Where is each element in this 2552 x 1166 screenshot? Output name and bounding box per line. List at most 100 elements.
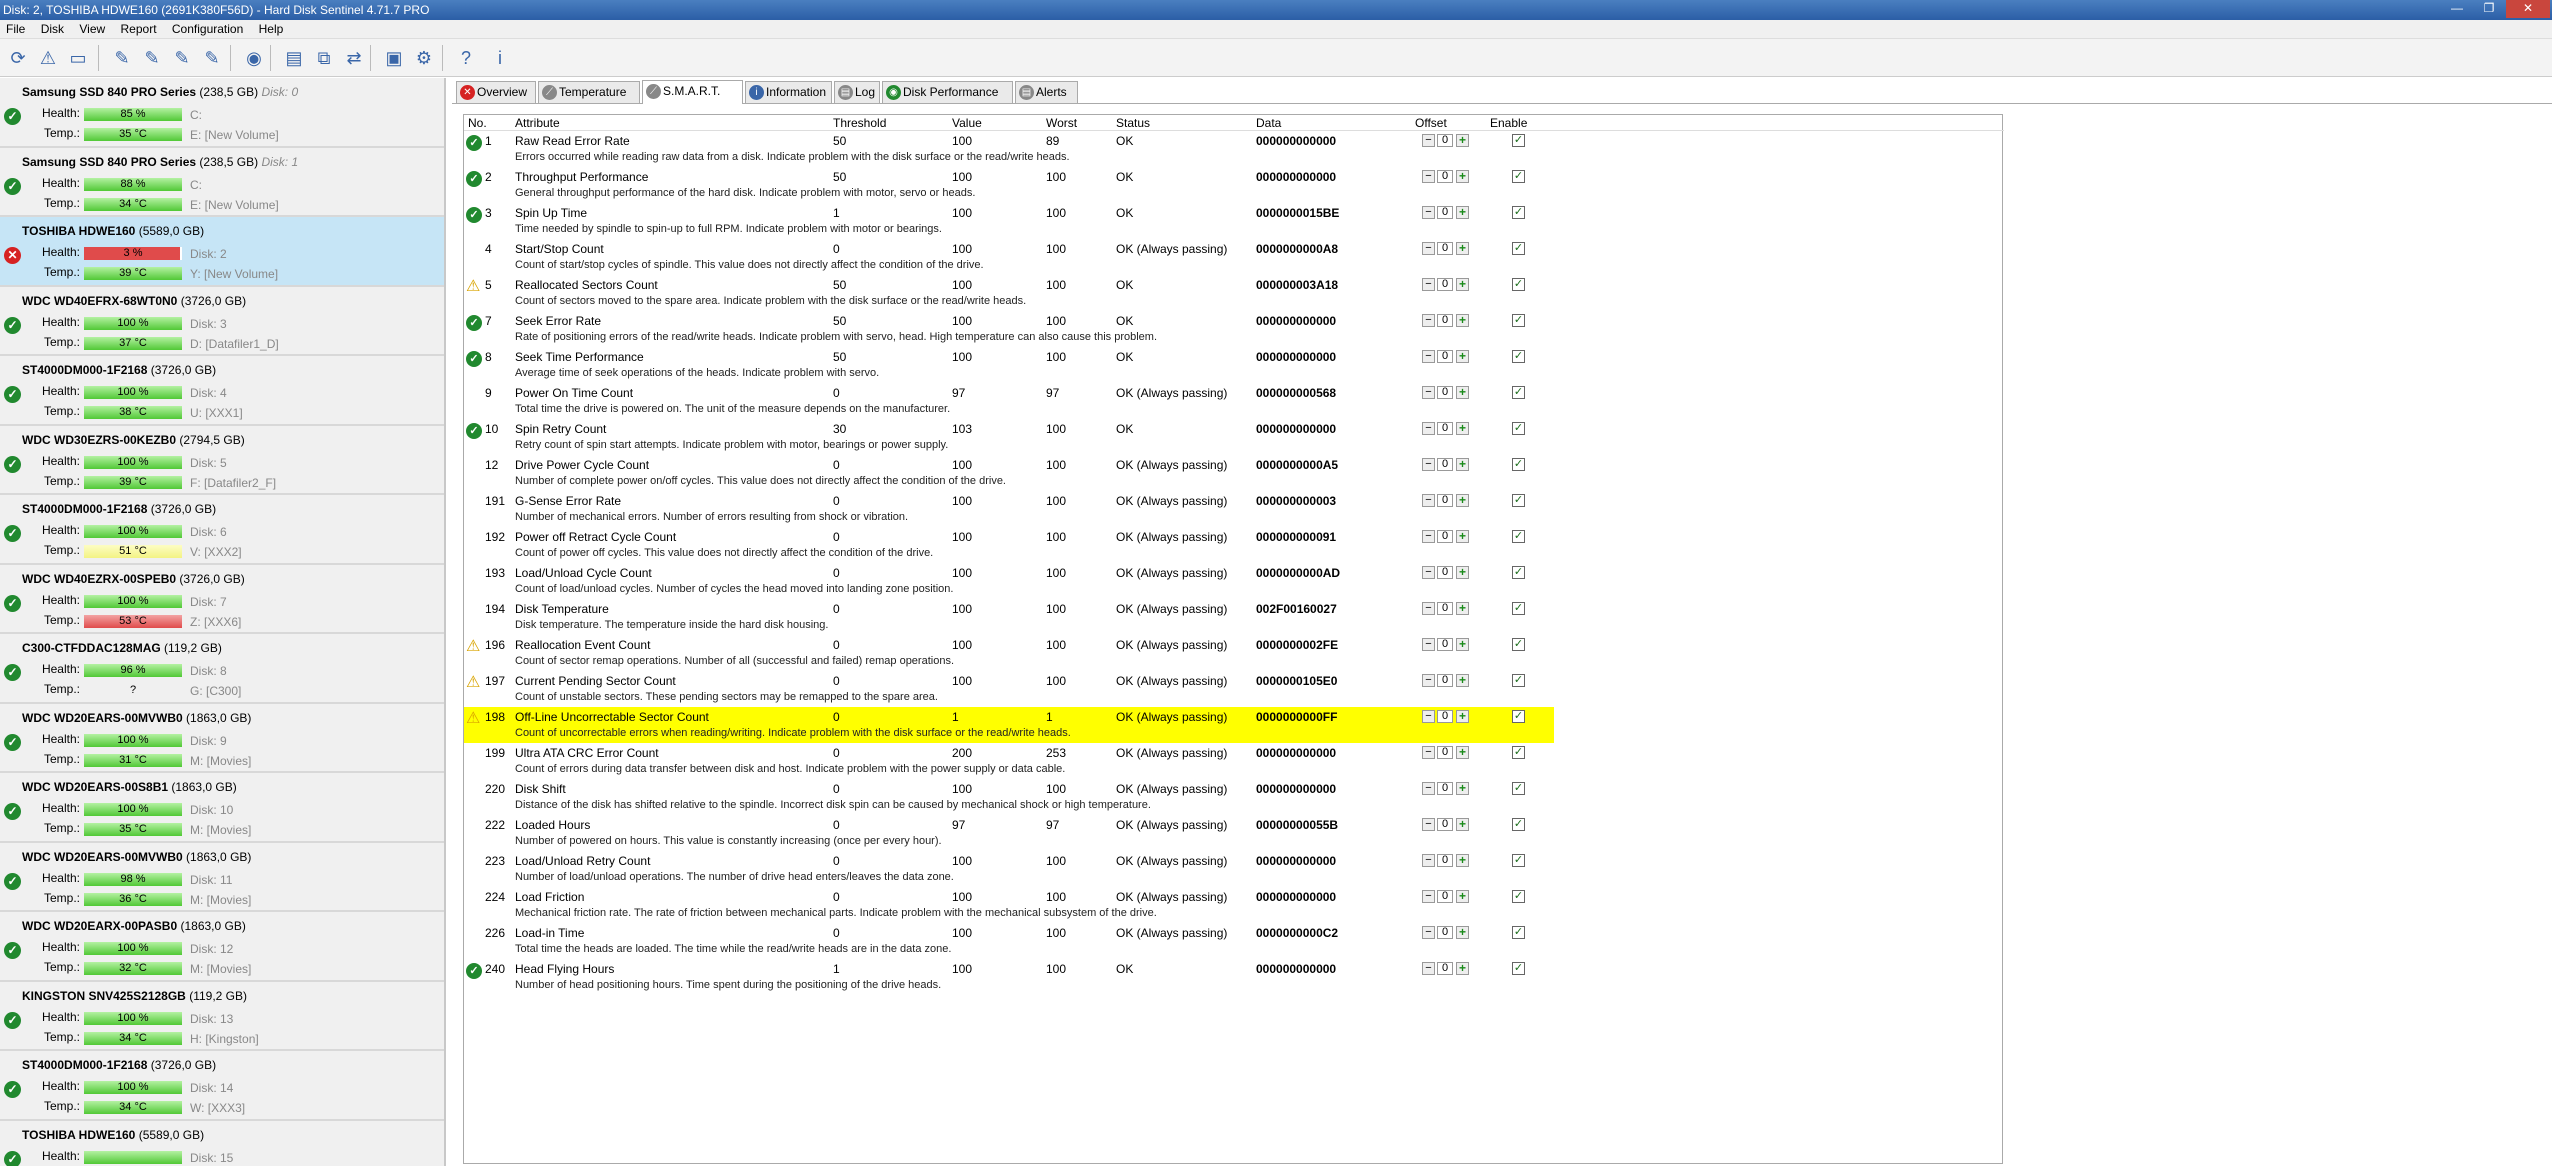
offset-minus-button[interactable]: − [1422, 746, 1435, 759]
offset-value[interactable]: 0 [1437, 854, 1453, 867]
header-threshold[interactable]: Threshold [833, 115, 886, 131]
warning-icon[interactable]: ⚠ [34, 44, 62, 72]
header-worst[interactable]: Worst [1046, 115, 1077, 131]
offset-minus-button[interactable]: − [1422, 134, 1435, 147]
enable-checkbox[interactable]: ✓ [1512, 818, 1525, 831]
disk-item[interactable]: WDC WD20EARX-00PASB0 (1863,0 GB) ✓ Health… [0, 912, 444, 982]
tab-alerts[interactable]: ▤ Alerts [1015, 81, 1078, 103]
offset-minus-button[interactable]: − [1422, 278, 1435, 291]
table-row[interactable]: ✓ 1 Raw Read Error Rate 50 100 89 OK 0000000000… [464, 131, 1547, 167]
disk-item[interactable]: ST4000DM000-1F2168 (3726,0 GB) ✓ Health: 1… [0, 495, 444, 565]
offset-minus-button[interactable]: − [1422, 854, 1435, 867]
enable-checkbox[interactable]: ✓ [1512, 170, 1525, 183]
offset-minus-button[interactable]: − [1422, 890, 1435, 903]
disk-item[interactable]: TOSHIBA HDWE160 (5589,0 GB) ✓ Health: Disk… [0, 1120, 444, 1166]
table-row[interactable]: ⚠ 5 Reallocated Sectors Count 50 100 100 OK 000… [464, 275, 1547, 311]
table-row[interactable]: ✓ 2 Throughput Performance 50 100 100 OK 000000… [464, 167, 1547, 203]
test3-icon[interactable]: ✎ [168, 44, 196, 72]
enable-checkbox[interactable]: ✓ [1512, 386, 1525, 399]
table-row[interactable]: 222 Loaded Hours 0 97 97 OK (Always passing) 0… [464, 815, 1547, 851]
offset-minus-button[interactable]: − [1422, 242, 1435, 255]
disk-item[interactable]: C300-CTFDDAC128MAG (119,2 GB) ✓ Health: 96… [0, 634, 444, 704]
table-row[interactable]: 199 Ultra ATA CRC Error Count 0 200 253 OK (A… [464, 743, 1547, 779]
enable-checkbox[interactable]: ✓ [1512, 890, 1525, 903]
offset-plus-button[interactable]: + [1456, 638, 1469, 651]
offset-plus-button[interactable]: + [1456, 134, 1469, 147]
disk-icon[interactable]: ▭ [64, 44, 92, 72]
refresh-icon[interactable]: ⟳ [4, 44, 32, 72]
offset-value[interactable]: 0 [1437, 314, 1453, 327]
offset-minus-button[interactable]: − [1422, 710, 1435, 723]
offset-plus-button[interactable]: + [1456, 242, 1469, 255]
offset-plus-button[interactable]: + [1456, 854, 1469, 867]
table-row[interactable]: ⚠ 196 Reallocation Event Count 0 100 100 OK (A… [464, 635, 1547, 671]
offset-value[interactable]: 0 [1437, 602, 1453, 615]
disk-item[interactable]: WDC WD20EARS-00S8B1 (1863,0 GB) ✓ Health:… [0, 773, 444, 843]
disk-item[interactable]: KINGSTON SNV425S2128GB (119,2 GB) ✓ Healt… [0, 981, 444, 1051]
offset-minus-button[interactable]: − [1422, 314, 1435, 327]
test2-icon[interactable]: ✎ [138, 44, 166, 72]
disk-item[interactable]: Samsung SSD 840 PRO Series (238,5 GB) Di… [0, 78, 444, 148]
enable-checkbox[interactable]: ✓ [1512, 278, 1525, 291]
disk-item[interactable]: Samsung SSD 840 PRO Series (238,5 GB) Di… [0, 147, 444, 217]
offset-plus-button[interactable]: + [1456, 530, 1469, 543]
menu-disk[interactable]: Disk [35, 20, 70, 39]
offset-plus-button[interactable]: + [1456, 422, 1469, 435]
enable-checkbox[interactable]: ✓ [1512, 314, 1525, 327]
monitor-icon[interactable]: ▣ [380, 44, 408, 72]
table-row[interactable]: ⚠ 198 Off-Line Uncorrectable Sector Count 0… [464, 707, 1554, 743]
offset-value[interactable]: 0 [1437, 674, 1453, 687]
header-offset[interactable]: Offset [1415, 115, 1447, 131]
offset-value[interactable]: 0 [1437, 530, 1453, 543]
maximize-button[interactable]: ❐ [2474, 0, 2504, 18]
minimize-button[interactable]: — [2442, 0, 2472, 18]
offset-value[interactable]: 0 [1437, 386, 1453, 399]
disk-item[interactable]: WDC WD40EFRX-68WT0N0 (3726,0 GB) ✓ Health… [0, 286, 444, 356]
offset-plus-button[interactable]: + [1456, 674, 1469, 687]
disk-item[interactable]: WDC WD20EARS-00MVWB0 (1863,0 GB) ✓ Health… [0, 703, 444, 773]
offset-plus-button[interactable]: + [1456, 566, 1469, 579]
offset-value[interactable]: 0 [1437, 710, 1453, 723]
offset-value[interactable]: 0 [1437, 638, 1453, 651]
disk-item[interactable]: ST4000DM000-1F2168 (3726,0 GB) ✓ Health: 1… [0, 1051, 444, 1121]
table-row[interactable]: 192 Power off Retract Cycle Count 0 100 100 O… [464, 527, 1547, 563]
offset-value[interactable]: 0 [1437, 134, 1453, 147]
table-row[interactable]: 226 Load-in Time 0 100 100 OK (Always passing… [464, 923, 1547, 959]
menu-help[interactable]: Help [253, 20, 290, 39]
info-icon[interactable]: i [486, 44, 514, 72]
offset-plus-button[interactable]: + [1456, 206, 1469, 219]
table-row[interactable]: 9 Power On Time Count 0 97 97 OK (Always pass… [464, 383, 1547, 419]
close-button[interactable]: ✕ [2506, 0, 2550, 18]
offset-value[interactable]: 0 [1437, 170, 1453, 183]
table-row[interactable]: 220 Disk Shift 0 100 100 OK (Always passing) 0… [464, 779, 1547, 815]
offset-value[interactable]: 0 [1437, 782, 1453, 795]
offset-value[interactable]: 0 [1437, 350, 1453, 363]
enable-checkbox[interactable]: ✓ [1512, 530, 1525, 543]
globe-icon[interactable]: ◉ [240, 44, 268, 72]
offset-minus-button[interactable]: − [1422, 566, 1435, 579]
header-status[interactable]: Status [1116, 115, 1150, 131]
offset-plus-button[interactable]: + [1456, 458, 1469, 471]
table-row[interactable]: 193 Load/Unload Cycle Count 0 100 100 OK (Alw… [464, 563, 1547, 599]
offset-plus-button[interactable]: + [1456, 314, 1469, 327]
offset-plus-button[interactable]: + [1456, 710, 1469, 723]
offset-value[interactable]: 0 [1437, 962, 1453, 975]
header-data[interactable]: Data [1256, 115, 1281, 131]
offset-minus-button[interactable]: − [1422, 674, 1435, 687]
offset-plus-button[interactable]: + [1456, 818, 1469, 831]
enable-checkbox[interactable]: ✓ [1512, 854, 1525, 867]
offset-plus-button[interactable]: + [1456, 782, 1469, 795]
offset-minus-button[interactable]: − [1422, 782, 1435, 795]
settings-icon[interactable]: ⚙ [410, 44, 438, 72]
offset-minus-button[interactable]: − [1422, 170, 1435, 183]
offset-value[interactable]: 0 [1437, 746, 1453, 759]
offset-value[interactable]: 0 [1437, 458, 1453, 471]
offset-plus-button[interactable]: + [1456, 602, 1469, 615]
table-row[interactable]: ✓ 10 Spin Retry Count 30 103 100 OK 00000000000… [464, 419, 1547, 455]
network-icon[interactable]: ⇄ [340, 44, 368, 72]
disk-item[interactable]: WDC WD40EZRX-00SPEB0 (3726,0 GB) ✓ Health… [0, 564, 444, 634]
table-row[interactable]: 4 Start/Stop Count 0 100 100 OK (Always passi… [464, 239, 1547, 275]
offset-minus-button[interactable]: − [1422, 422, 1435, 435]
enable-checkbox[interactable]: ✓ [1512, 350, 1525, 363]
offset-minus-button[interactable]: − [1422, 602, 1435, 615]
